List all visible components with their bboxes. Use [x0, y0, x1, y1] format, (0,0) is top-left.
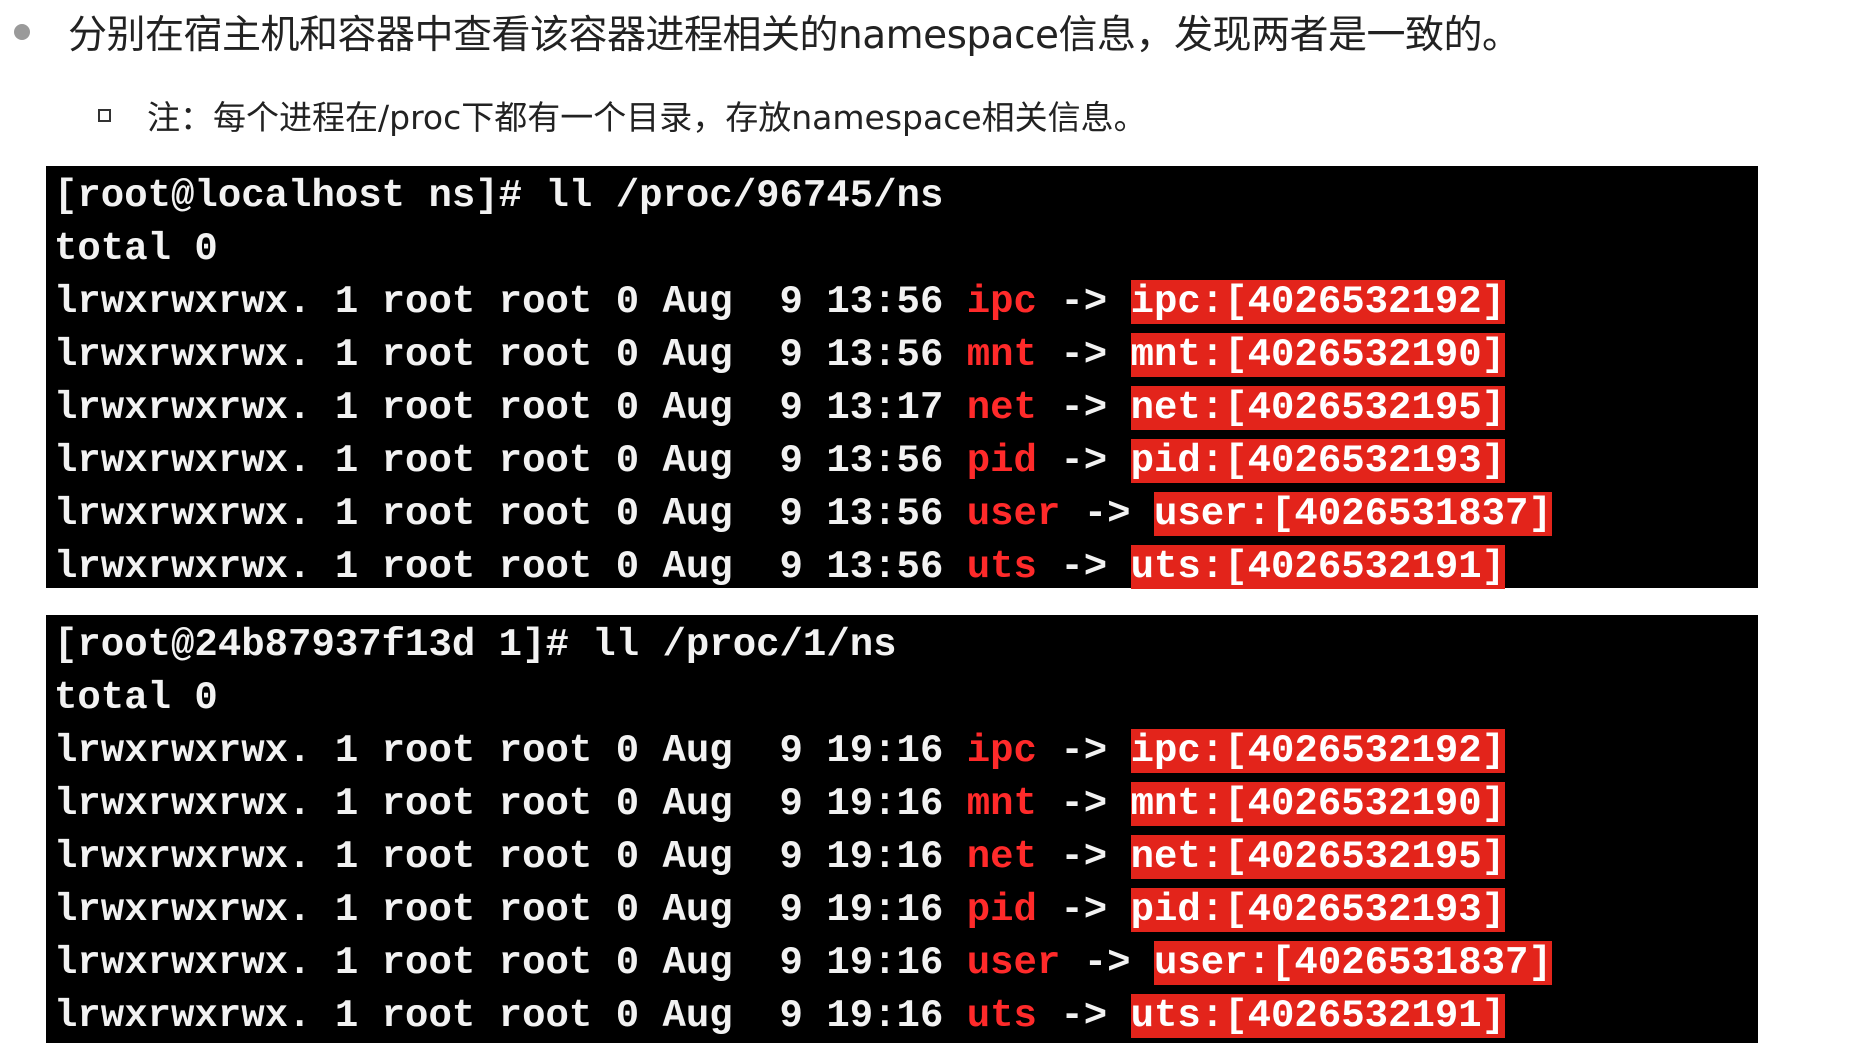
main-bullet-text: 分别在宿主机和容器中查看该容器进程相关的namespace信息，发现两者是一致的… — [68, 13, 1521, 58]
ns-name: pid — [966, 888, 1037, 932]
ns-name: mnt — [966, 782, 1037, 826]
ns-row-prefix: lrwxrwxrwx. 1 root root 0 Aug 9 19:16 — [54, 941, 967, 985]
ns-name: uts — [966, 545, 1037, 589]
ns-arrow: -> — [1036, 333, 1131, 377]
ns-target: uts:[4026532191] — [1130, 545, 1506, 589]
ns-row-prefix: lrwxrwxrwx. 1 root root 0 Aug 9 19:16 — [54, 835, 967, 879]
ns-arrow: -> — [1036, 729, 1131, 773]
ns-target: mnt:[4026532190] — [1130, 782, 1506, 826]
ns-name: user — [966, 941, 1061, 985]
ns-target: mnt:[4026532190] — [1130, 333, 1506, 377]
ns-target: ipc:[4026532192] — [1130, 729, 1506, 773]
ns-row-prefix: lrwxrwxrwx. 1 root root 0 Aug 9 19:16 — [54, 782, 967, 826]
host-terminal: [root@localhost ns]# ll /proc/96745/ns t… — [46, 166, 1758, 589]
container-ns-row-mnt: lrwxrwxrwx. 1 root root 0 Aug 9 19:16 mn… — [54, 778, 1758, 831]
host-command-line: [root@localhost ns]# ll /proc/96745/ns — [54, 174, 944, 218]
container-ns-row-ipc: lrwxrwxrwx. 1 root root 0 Aug 9 19:16 ip… — [54, 725, 1758, 778]
ns-row-prefix: lrwxrwxrwx. 1 root root 0 Aug 9 19:16 — [54, 888, 967, 932]
host-ns-row-pid: lrwxrwxrwx. 1 root root 0 Aug 9 13:56 pi… — [54, 435, 1758, 488]
ns-row-prefix: lrwxrwxrwx. 1 root root 0 Aug 9 13:56 — [54, 492, 967, 536]
ns-target: user:[4026531837] — [1154, 492, 1552, 536]
container-command-line: [root@24b87937f13d 1]# ll /proc/1/ns — [54, 623, 897, 667]
ns-name: net — [966, 835, 1037, 879]
sub-bullet-square — [98, 108, 111, 122]
ns-arrow: -> — [1060, 492, 1154, 536]
container-ns-row-net: lrwxrwxrwx. 1 root root 0 Aug 9 19:16 ne… — [54, 831, 1758, 884]
ns-arrow: -> — [1036, 782, 1131, 826]
host-ns-row-user: lrwxrwxrwx. 1 root root 0 Aug 9 13:56 us… — [54, 488, 1758, 541]
ns-arrow: -> — [1036, 835, 1131, 879]
ns-name: uts — [966, 994, 1037, 1038]
ns-row-prefix: lrwxrwxrwx. 1 root root 0 Aug 9 13:56 — [54, 545, 967, 589]
host-ns-row-net: lrwxrwxrwx. 1 root root 0 Aug 9 13:17 ne… — [54, 382, 1758, 435]
host-total-line: total 0 — [54, 227, 218, 271]
container-ns-row-uts: lrwxrwxrwx. 1 root root 0 Aug 9 19:16 ut… — [54, 990, 1758, 1043]
sub-bullet-text: 注：每个进程在/proc下都有一个目录，存放namespace相关信息。 — [147, 98, 1147, 137]
container-ns-row-pid: lrwxrwxrwx. 1 root root 0 Aug 9 19:16 pi… — [54, 884, 1758, 937]
ns-name: ipc — [966, 280, 1037, 324]
ns-name: mnt — [966, 333, 1037, 377]
ns-row-prefix: lrwxrwxrwx. 1 root root 0 Aug 9 19:16 — [54, 729, 967, 773]
ns-arrow: -> — [1036, 386, 1131, 430]
ns-target: pid:[4026532193] — [1130, 888, 1506, 932]
ns-arrow: -> — [1060, 941, 1154, 985]
ns-row-prefix: lrwxrwxrwx. 1 root root 0 Aug 9 13:56 — [54, 280, 967, 324]
ns-row-prefix: lrwxrwxrwx. 1 root root 0 Aug 9 13:56 — [54, 439, 967, 483]
ns-target: user:[4026531837] — [1154, 941, 1552, 985]
ns-name: ipc — [966, 729, 1037, 773]
ns-target: ipc:[4026532192] — [1130, 280, 1506, 324]
ns-target: pid:[4026532193] — [1130, 439, 1506, 483]
main-bullet: 分别在宿主机和容器中查看该容器进程相关的namespace信息，发现两者是一致的… — [14, 2, 1521, 62]
container-total-line: total 0 — [54, 676, 218, 720]
ns-arrow: -> — [1036, 994, 1131, 1038]
ns-target: uts:[4026532191] — [1130, 994, 1506, 1038]
ns-target: net:[4026532195] — [1130, 835, 1506, 879]
container-ns-row-user: lrwxrwxrwx. 1 root root 0 Aug 9 19:16 us… — [54, 937, 1758, 990]
ns-name: pid — [966, 439, 1037, 483]
ns-name: net — [966, 386, 1037, 430]
bullet-dot — [14, 24, 30, 40]
ns-name: user — [966, 492, 1061, 536]
ns-arrow: -> — [1036, 545, 1131, 589]
ns-arrow: -> — [1036, 439, 1131, 483]
ns-arrow: -> — [1036, 280, 1131, 324]
ns-row-prefix: lrwxrwxrwx. 1 root root 0 Aug 9 13:56 — [54, 333, 967, 377]
sub-bullet: 注：每个进程在/proc下都有一个目录，存放namespace相关信息。 — [98, 90, 1147, 140]
container-terminal: [root@24b87937f13d 1]# ll /proc/1/ns tot… — [46, 615, 1758, 1043]
ns-row-prefix: lrwxrwxrwx. 1 root root 0 Aug 9 19:16 — [54, 994, 967, 1038]
ns-target: net:[4026532195] — [1130, 386, 1506, 430]
host-ns-row-mnt: lrwxrwxrwx. 1 root root 0 Aug 9 13:56 mn… — [54, 329, 1758, 382]
ns-arrow: -> — [1036, 888, 1131, 932]
host-ns-row-ipc: lrwxrwxrwx. 1 root root 0 Aug 9 13:56 ip… — [54, 276, 1758, 329]
ns-row-prefix: lrwxrwxrwx. 1 root root 0 Aug 9 13:17 — [54, 386, 967, 430]
host-ns-row-uts: lrwxrwxrwx. 1 root root 0 Aug 9 13:56 ut… — [54, 541, 1758, 594]
